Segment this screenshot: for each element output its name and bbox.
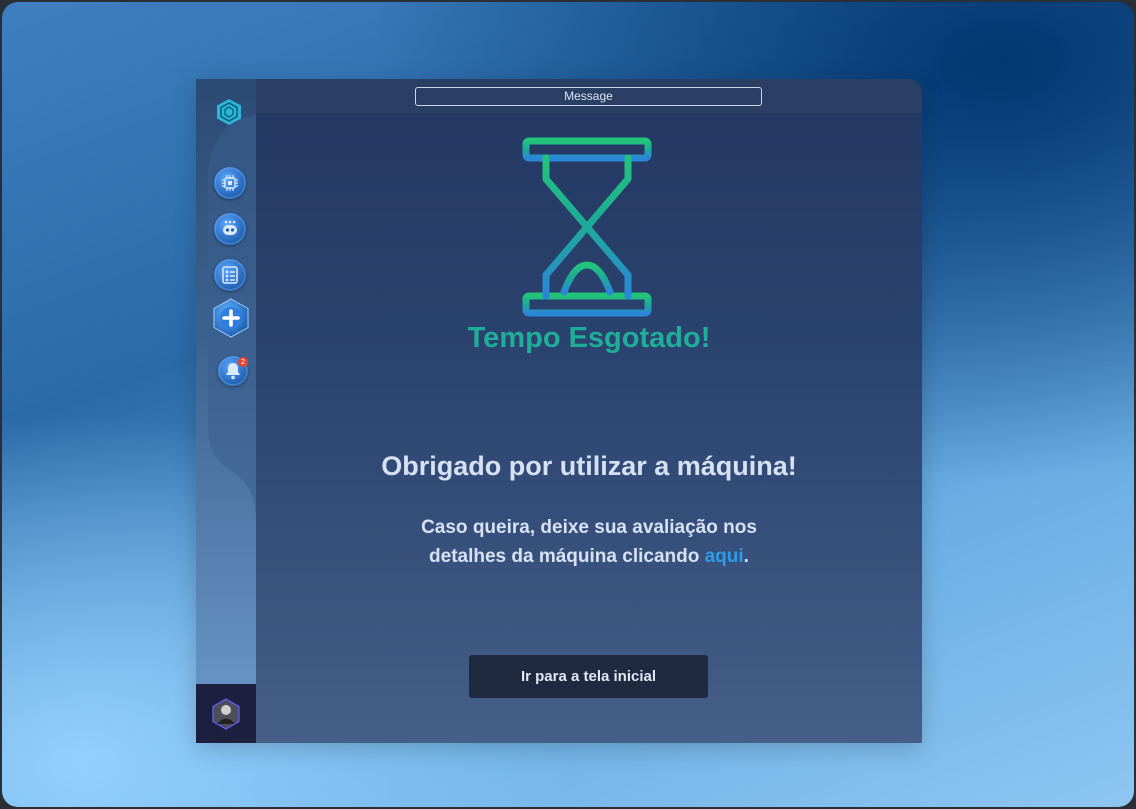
review-line-2: detalhes da máquina clicando aqui.	[256, 542, 922, 571]
review-line-2-text: detalhes da máquina clicando	[429, 546, 705, 567]
sidebar-item-notifications[interactable]: 2	[218, 356, 248, 386]
review-line-1: Caso queira, deixe sua avaliação nos	[421, 517, 757, 538]
sidebar-item-chip[interactable]	[214, 167, 246, 199]
sidebar-item-robot[interactable]	[214, 213, 246, 245]
timeout-title: Tempo Esgotado!	[467, 322, 711, 354]
add-button[interactable]	[212, 298, 250, 338]
hourglass-icon	[522, 137, 652, 317]
main-panel: Message Tempo Esgotado! Obrigado por uti…	[256, 79, 922, 743]
top-bar: Message	[256, 79, 922, 113]
notification-badge: 2	[238, 357, 248, 367]
app-window: 2 Message Tempo Esgotado! Obrigado por u…	[196, 79, 922, 743]
chip-icon	[222, 175, 238, 191]
message-field[interactable]: Message	[415, 87, 762, 106]
user-avatar[interactable]	[212, 698, 240, 730]
sidebar-item-checklist[interactable]	[214, 259, 246, 291]
desktop-background: 2 Message Tempo Esgotado! Obrigado por u…	[2, 2, 1134, 807]
go-home-button[interactable]: Ir para a tela inicial	[469, 655, 708, 698]
review-message: Caso queira, deixe sua avaliação nos det…	[256, 513, 922, 571]
robot-icon	[223, 220, 237, 235]
thanks-heading: Obrigado por utilizar a máquina!	[381, 451, 797, 481]
sidebar: 2	[196, 79, 256, 743]
checklist-icon	[222, 266, 238, 284]
review-period: .	[743, 546, 749, 567]
app-logo-icon[interactable]	[215, 98, 243, 126]
review-link[interactable]: aqui	[705, 546, 744, 567]
